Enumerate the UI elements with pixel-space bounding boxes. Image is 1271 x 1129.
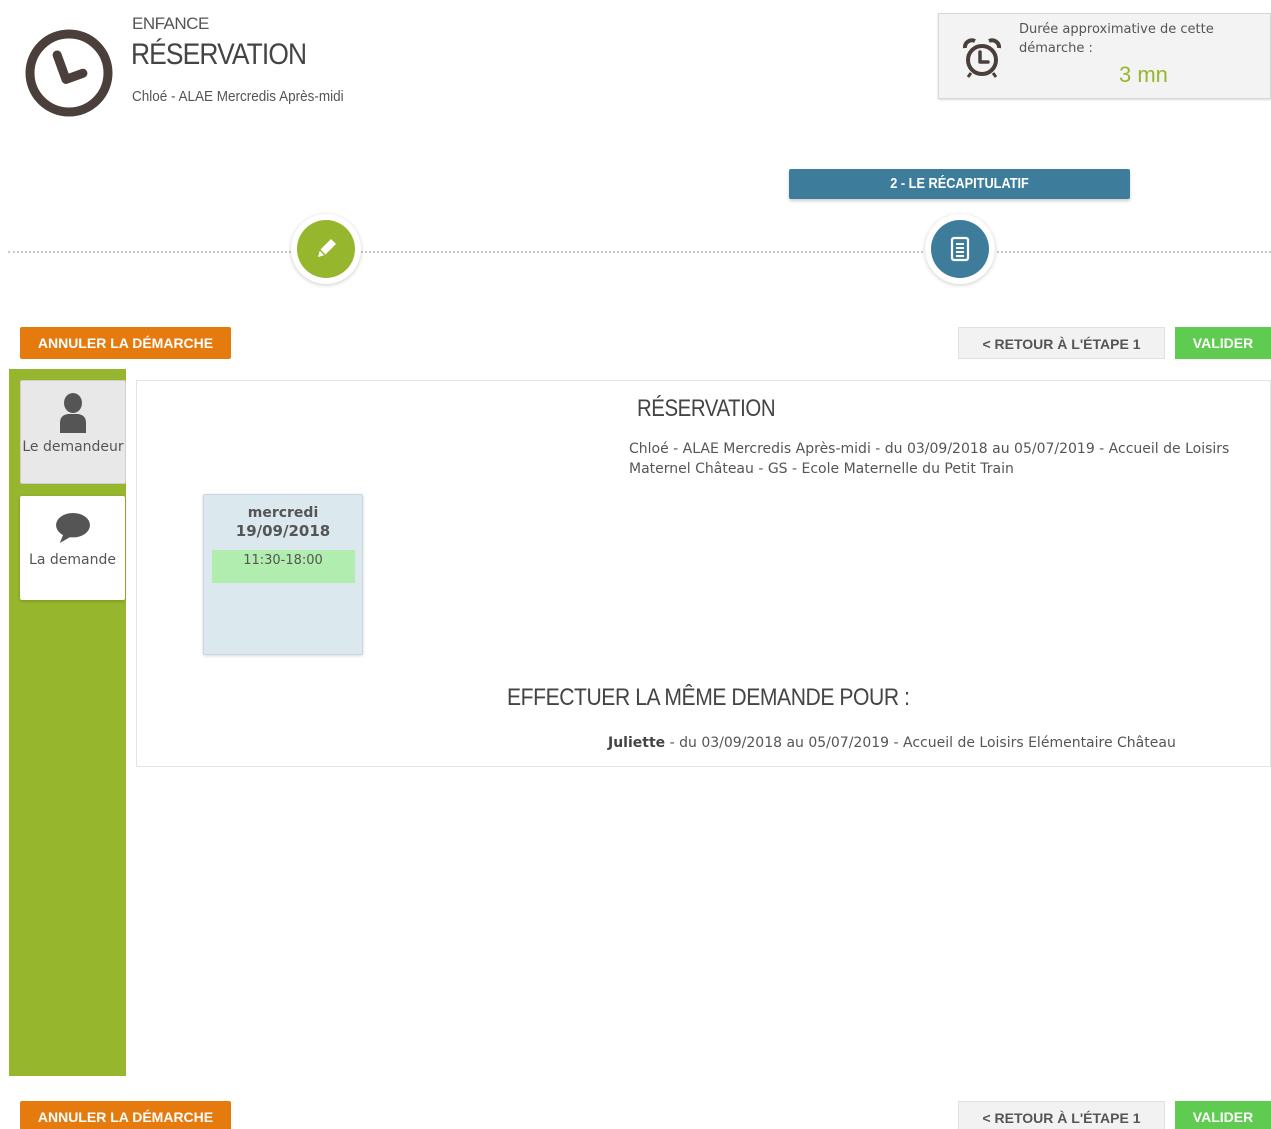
same-request-name: Juliette — [608, 735, 666, 751]
clock-icon — [25, 29, 113, 117]
validate-button[interactable]: VALIDER — [1175, 327, 1271, 359]
back-to-step-1-button[interactable]: < RETOUR À L'ÉTAPE 1 — [958, 327, 1165, 359]
duration-box: Durée approximative de cette démarche : … — [938, 13, 1271, 99]
document-icon — [950, 236, 970, 262]
summary-title: RÉSERVATION — [637, 395, 776, 422]
person-icon — [60, 393, 86, 433]
current-step-banner: 2 - LE RÉCAPITULATIF — [789, 169, 1130, 199]
alarm-clock-icon — [963, 38, 1001, 78]
cancel-button[interactable]: ANNULER LA DÉMARCHE — [20, 327, 231, 359]
back-to-step-1-button-bottom[interactable]: < RETOUR À L'ÉTAPE 1 — [958, 1101, 1165, 1129]
pencil-icon — [318, 239, 336, 257]
stepper-line — [8, 251, 1271, 253]
same-request-item: Juliette - du 03/09/2018 au 05/07/2019 -… — [608, 735, 1176, 751]
day-card: mercredi 19/09/2018 11:30-18:00 — [203, 494, 363, 655]
same-request-title: EFFECTUER LA MÊME DEMANDE POUR : — [507, 684, 910, 711]
summary-panel: RÉSERVATION Chloé - ALAE Mercredis Après… — [136, 380, 1271, 767]
sidebar-item-label: Le demandeur — [22, 439, 124, 455]
current-step-label: 2 - LE RÉCAPITULATIF — [890, 175, 1029, 192]
sidebar: Le demandeur La demande — [9, 369, 126, 1076]
validate-button-bottom[interactable]: VALIDER — [1175, 1101, 1271, 1129]
same-request-details: - du 03/09/2018 au 05/07/2019 - Accueil … — [665, 735, 1176, 751]
duration-value: 3 mn — [1119, 62, 1168, 87]
step-2-node — [925, 214, 995, 284]
page-title: RÉSERVATION — [131, 38, 307, 71]
summary-description: Chloé - ALAE Mercredis Après-midi - du 0… — [629, 441, 1230, 477]
day-date: 19/09/2018 — [235, 522, 331, 540]
step-1-node[interactable] — [291, 214, 361, 284]
sidebar-item-demandeur[interactable]: Le demandeur — [20, 380, 126, 484]
sidebar-item-demande[interactable]: La demande — [20, 496, 125, 600]
time-slot[interactable]: 11:30-18:00 — [211, 550, 355, 583]
duration-label: Durée approximative de cette démarche : — [1019, 22, 1214, 56]
page-category: ENFANCE — [132, 14, 209, 33]
page-subtitle: Chloé - ALAE Mercredis Après-midi — [132, 88, 344, 105]
speech-bubble-icon — [55, 512, 90, 544]
cancel-button-bottom[interactable]: ANNULER LA DÉMARCHE — [20, 1101, 231, 1129]
day-weekday: mercredi — [247, 505, 319, 521]
sidebar-item-label: La demande — [29, 552, 116, 568]
